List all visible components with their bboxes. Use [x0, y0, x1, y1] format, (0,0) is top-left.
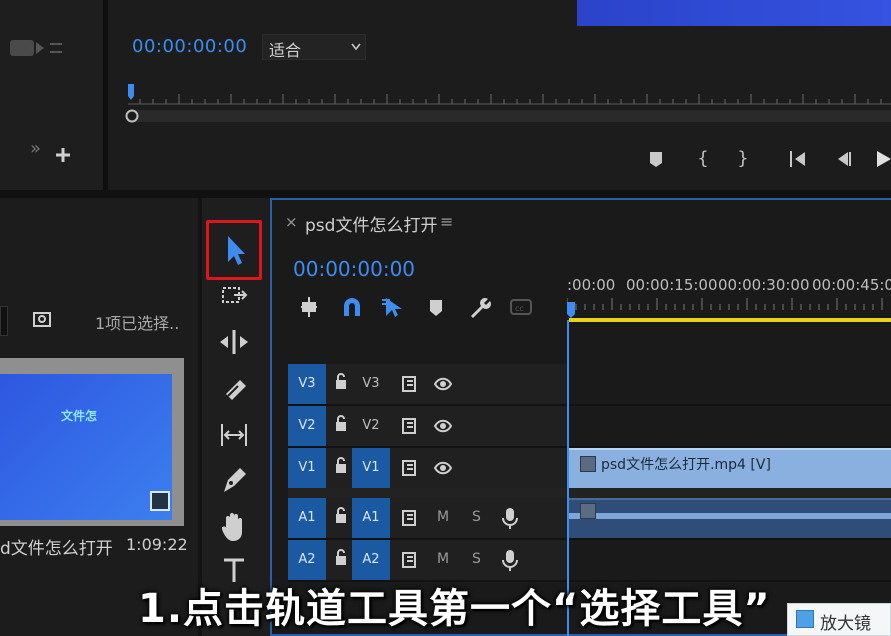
solo-button-a1[interactable]: S — [472, 509, 481, 525]
mute-button-a2[interactable]: M — [437, 551, 449, 567]
program-ruler[interactable] — [120, 82, 891, 126]
overflow-icon[interactable]: » — [30, 138, 46, 159]
track-select-forward-icon[interactable] — [214, 276, 254, 316]
mark-in-icon[interactable]: { — [690, 146, 716, 172]
ruler-label: 00:00:45:00 — [812, 276, 891, 294]
program-preview-frame — [577, 0, 891, 26]
ripple-edit-icon[interactable] — [214, 322, 254, 362]
lock-icon[interactable] — [334, 548, 348, 566]
linked-selection-icon[interactable] — [380, 294, 408, 320]
track-header-a2[interactable] — [288, 540, 567, 580]
add-marker-icon[interactable] — [643, 146, 669, 172]
solo-button-a2[interactable]: S — [472, 551, 481, 567]
track-header-v1[interactable] — [288, 448, 567, 488]
video-audio-divider[interactable] — [288, 488, 891, 498]
track-header-v2[interactable] — [288, 406, 567, 446]
eye-icon[interactable] — [433, 374, 453, 394]
source-patch-a1[interactable]: A1 — [288, 498, 326, 538]
eye-icon[interactable] — [433, 458, 453, 478]
timeline-timecode[interactable]: 00:00:00:00 — [293, 257, 415, 281]
target-track-a2[interactable]: A2 — [352, 540, 390, 580]
ruler-label: 00:00:30:00 — [718, 276, 810, 294]
eye-icon[interactable] — [433, 416, 453, 436]
play-icon[interactable] — [870, 146, 891, 172]
sync-lock-icon[interactable] — [400, 550, 420, 570]
panel-menu-icon[interactable]: ≡ — [440, 212, 453, 231]
tutorial-subtitle: 1.点击轨道工具第一个“选择工具” — [138, 586, 771, 632]
track-header-v3[interactable] — [288, 364, 567, 404]
new-bin-icon[interactable] — [32, 309, 52, 329]
chevron-down-icon — [351, 43, 361, 51]
source-patch-a2[interactable]: A2 — [288, 540, 326, 580]
zoom-select[interactable]: 适合 — [262, 34, 366, 60]
razor-icon[interactable] — [214, 368, 254, 408]
target-track-v3[interactable]: V3 — [352, 364, 390, 404]
ruler-label: :00:00 — [567, 276, 616, 294]
microphone-icon[interactable] — [500, 548, 520, 572]
sync-lock-icon[interactable] — [400, 458, 420, 478]
panel-divider-horizontal[interactable] — [0, 190, 891, 198]
add-marker-icon[interactable] — [422, 294, 450, 320]
selection-status: 1项已选择.. — [95, 314, 180, 333]
lock-icon[interactable] — [334, 372, 348, 390]
microphone-icon[interactable] — [500, 506, 520, 530]
source-patch-v2[interactable]: V2 — [288, 406, 326, 446]
lock-icon[interactable] — [334, 414, 348, 432]
slip-icon[interactable] — [214, 414, 254, 454]
source-panel-remnant — [0, 0, 103, 190]
target-track-v2[interactable]: V2 — [352, 406, 390, 446]
add-icon[interactable] — [54, 146, 72, 164]
clip-thumbnail[interactable] — [0, 374, 172, 520]
video-clip-name: psd文件怎么打开.mp4 [V] — [601, 457, 771, 473]
hand-icon[interactable] — [214, 506, 254, 546]
search-input[interactable] — [0, 306, 8, 336]
magnifier-icon — [796, 610, 814, 628]
pen-icon[interactable] — [214, 460, 254, 500]
thumbnail-text: 文件怎 — [61, 409, 98, 423]
sync-lock-icon[interactable] — [400, 416, 420, 436]
selection-tool-icon[interactable] — [214, 230, 254, 270]
clip-duration: 1:09:22 — [126, 535, 188, 554]
source-patch-v3[interactable]: V3 — [288, 364, 326, 404]
source-patch-v1[interactable]: V1 — [288, 448, 326, 488]
track-header-a1[interactable] — [288, 498, 567, 538]
mute-button-a1[interactable]: M — [437, 509, 449, 525]
lock-icon[interactable] — [334, 456, 348, 474]
fx-badge-icon — [580, 503, 596, 519]
magnifier-label: 放大镜 — [820, 614, 871, 634]
lock-icon[interactable] — [334, 506, 348, 524]
snap-icon[interactable] — [338, 294, 366, 320]
captions-icon[interactable]: cc — [507, 294, 535, 320]
zoom-select-value: 适合 — [269, 41, 302, 60]
sync-lock-icon[interactable] — [400, 508, 420, 528]
sequence-tab-title[interactable]: psd文件怎么打开 — [305, 211, 437, 236]
wrench-icon[interactable] — [465, 294, 493, 320]
audio-waveform — [569, 513, 891, 519]
ruler-label: 00:00:15:00 — [626, 276, 718, 294]
sync-lock-icon[interactable] — [400, 374, 420, 394]
sequence-badge-icon — [150, 491, 170, 511]
svg-text:cc: cc — [515, 304, 524, 313]
transport-icons-left[interactable] — [0, 36, 70, 60]
close-icon[interactable]: × — [285, 213, 298, 231]
clip-name[interactable]: d文件怎么打开 — [0, 534, 113, 559]
mark-out-icon[interactable]: } — [730, 146, 756, 172]
fx-badge-icon — [580, 456, 596, 472]
nest-icon[interactable] — [296, 294, 324, 320]
timeline-header-gap — [288, 322, 891, 362]
program-timecode[interactable]: 00:00:00:00 — [132, 36, 247, 57]
target-track-v1[interactable]: V1 — [352, 448, 390, 488]
target-track-a1[interactable]: A1 — [352, 498, 390, 538]
step-back-icon[interactable] — [830, 146, 856, 172]
go-to-in-icon[interactable] — [786, 146, 812, 172]
